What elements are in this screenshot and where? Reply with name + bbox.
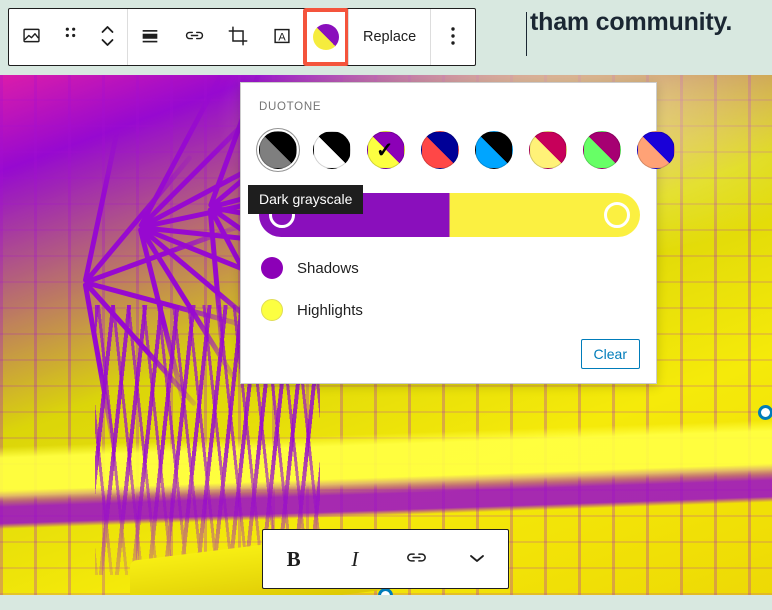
drag-dots-icon — [64, 26, 77, 48]
duotone-purple-yellow[interactable]: ✓ — [367, 131, 405, 169]
text-caret — [526, 12, 527, 56]
link-button[interactable] — [386, 530, 447, 588]
bold-button[interactable]: B — [263, 530, 324, 588]
align-button[interactable] — [128, 9, 172, 65]
replace-button[interactable]: Replace — [349, 9, 430, 65]
add-text-over-image-button[interactable]: A — [260, 9, 304, 65]
duotone-section-label: DUOTONE — [259, 101, 322, 113]
duotone-swatch-icon — [313, 24, 339, 50]
chevron-down-icon — [467, 551, 487, 568]
image-block-type-button[interactable] — [9, 9, 53, 65]
duotone-blue-orange[interactable] — [637, 131, 675, 169]
shadows-color-dot[interactable] — [261, 257, 283, 279]
svg-text:A: A — [278, 31, 286, 43]
toolbar-group-format: A — [127, 8, 349, 66]
highlights-label: Highlights — [297, 301, 363, 319]
text-over-image-icon: A — [271, 25, 293, 50]
shadows-label: Shadows — [297, 259, 359, 277]
duotone-footer: Clear — [257, 339, 640, 369]
more-rich-text-button[interactable] — [447, 530, 508, 588]
highlights-color-dot[interactable] — [261, 299, 283, 321]
italic-button[interactable]: I — [324, 530, 385, 588]
more-options-button[interactable] — [431, 9, 475, 65]
duotone-button[interactable] — [303, 8, 349, 66]
duotone-dark-grayscale[interactable] — [259, 131, 297, 169]
drag-handle-button[interactable] — [53, 9, 87, 65]
toolbar-group-block — [9, 9, 127, 65]
duotone-magenta-yellow[interactable] — [529, 131, 567, 169]
block-toolbar[interactable]: A Replace — [8, 8, 477, 66]
duotone-midnight[interactable] — [475, 131, 513, 169]
paragraph-text[interactable]: tham community. — [530, 8, 732, 37]
link-button[interactable] — [172, 9, 216, 65]
duotone-blue-red[interactable] — [421, 131, 459, 169]
crop-button[interactable] — [216, 9, 260, 65]
align-icon — [139, 25, 161, 50]
duotone-grayscale[interactable] — [313, 131, 351, 169]
duotone-tooltip: Dark grayscale — [248, 185, 364, 214]
duotone-selected-check-icon: ✓ — [376, 139, 394, 162]
highlights-color-row[interactable]: Highlights — [257, 299, 640, 321]
toolbar-group-replace: Replace — [348, 9, 430, 65]
resize-handle-right[interactable] — [758, 405, 772, 420]
crop-icon — [227, 25, 249, 50]
image-icon — [21, 25, 42, 49]
clear-button[interactable]: Clear — [580, 339, 640, 369]
link-icon — [183, 24, 206, 50]
duotone-popover[interactable]: DUOTONE ✓ Shadows Highlights Clear — [240, 82, 675, 384]
gradient-handle-highlight[interactable] — [604, 202, 630, 228]
kebab-menu-icon — [450, 25, 456, 50]
toolbar-group-more — [430, 9, 475, 65]
chevron-updown-icon — [99, 22, 116, 53]
duotone-swatch-list[interactable]: ✓ — [257, 131, 675, 169]
link-icon — [404, 545, 429, 573]
duotone-purple-green[interactable] — [583, 131, 621, 169]
shadows-color-row[interactable]: Shadows — [257, 257, 640, 279]
rich-text-format-toolbar[interactable]: B I — [262, 529, 509, 589]
move-updown-button[interactable] — [87, 9, 127, 65]
